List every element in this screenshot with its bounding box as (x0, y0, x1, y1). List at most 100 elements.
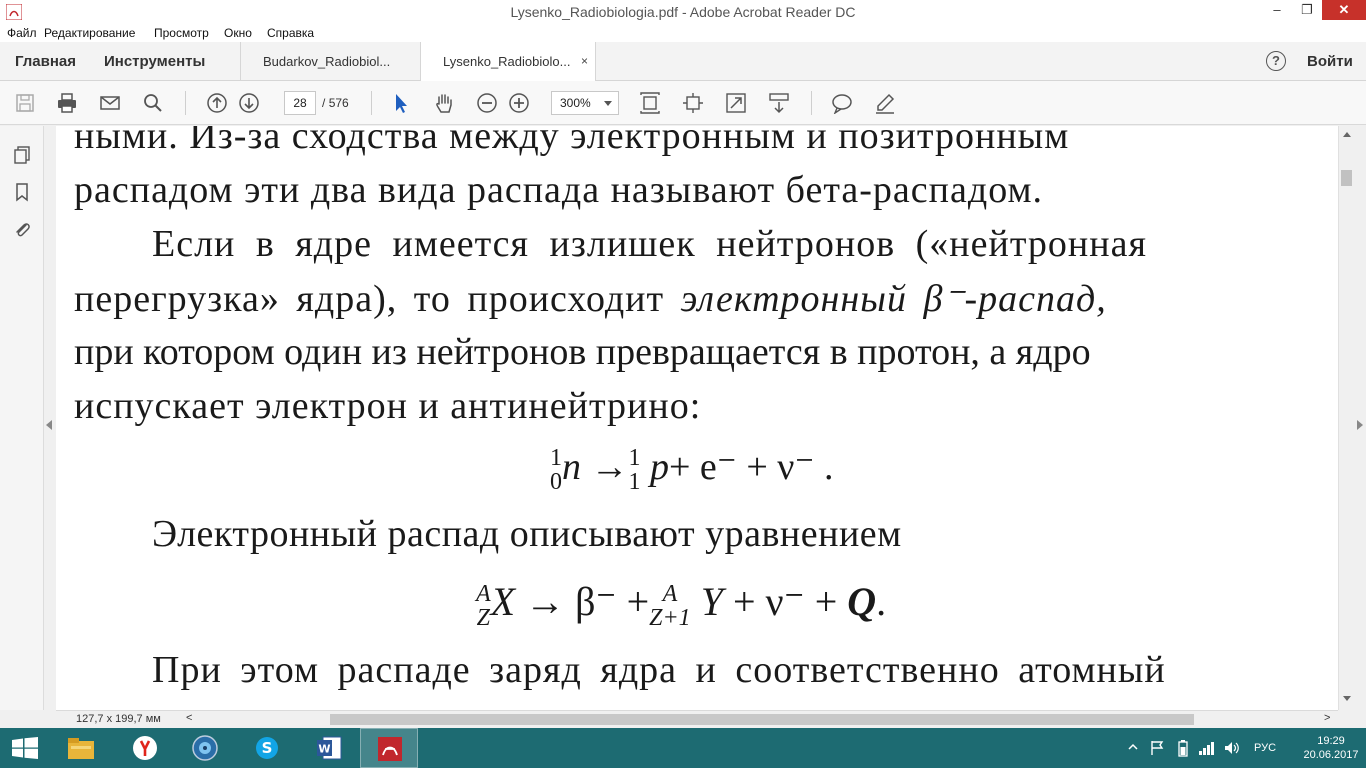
menu-file[interactable]: Файл (7, 26, 37, 40)
document-line: перегрузка» ядра), то происходит электро… (74, 276, 1107, 321)
zoom-select[interactable]: 300% (551, 91, 619, 115)
scroll-mode-icon[interactable] (768, 92, 790, 114)
menu-help[interactable]: Справка (267, 26, 314, 40)
attachment-icon[interactable] (12, 219, 32, 239)
svg-text:S: S (262, 739, 273, 757)
document-line: При этом распаде заряд ядра и соответств… (152, 649, 1166, 691)
document-tab-label: Lysenko_Radiobiolo... (443, 54, 571, 69)
media-player-taskbar-button[interactable] (176, 728, 234, 768)
word-icon: W (317, 736, 342, 760)
yandex-browser-icon (133, 736, 157, 760)
search-icon[interactable] (142, 92, 164, 114)
select-cursor-icon[interactable] (390, 92, 412, 114)
page-separator: / (322, 96, 326, 110)
emphasis-text: β⁻-распад, (923, 278, 1107, 320)
clock[interactable]: 19:29 20.06.2017 (1300, 734, 1362, 762)
file-explorer-taskbar-button[interactable] (52, 728, 110, 768)
formula-beta-decay: 10n → 1 1 p+ e⁻ + ν⁻ . (550, 444, 834, 494)
menu-view[interactable]: Просмотр (154, 26, 209, 40)
volume-icon[interactable] (1224, 740, 1240, 756)
previous-page-icon[interactable] (206, 92, 228, 114)
taskbar: S W РУС 19:29 20.06.2017 (0, 728, 1366, 768)
chevron-down-icon (604, 101, 612, 106)
document-line: Электронный распад описывают уравнением (152, 513, 902, 555)
help-icon[interactable]: ? (1266, 51, 1286, 71)
toolbar (0, 81, 1366, 125)
tab-home[interactable]: Главная (15, 53, 76, 70)
skype-taskbar-button[interactable]: S (238, 728, 296, 768)
mail-icon[interactable] (99, 92, 121, 114)
close-window-button[interactable]: ✕ (1322, 0, 1366, 20)
mass-number: 1 (550, 445, 562, 472)
emphasis-text: электронный (680, 278, 907, 320)
document-tab-lysenko[interactable]: Lysenko_Radiobiolo... × (420, 42, 596, 82)
highlight-pen-icon[interactable] (874, 92, 896, 114)
page-thumbnails-icon[interactable] (12, 145, 32, 165)
document-line: распадом эти два вида распада называют б… (74, 169, 1044, 211)
zoom-out-icon[interactable] (476, 92, 498, 114)
fit-page-icon[interactable] (639, 92, 661, 114)
zoom-value: 300% (560, 96, 591, 110)
bookmark-icon[interactable] (12, 182, 32, 202)
scroll-up-icon[interactable] (1343, 132, 1351, 137)
battery-icon[interactable] (1178, 739, 1188, 757)
symbol: p (650, 446, 669, 488)
signal-icon[interactable] (1198, 740, 1216, 756)
title-bar: Lysenko_Radiobiologia.pdf - Adobe Acroba… (0, 0, 1366, 24)
mass-number: A (476, 580, 491, 607)
comment-icon[interactable] (831, 92, 853, 115)
formula-middle: → β⁻ + (525, 579, 650, 624)
acrobat-taskbar-button[interactable] (360, 728, 418, 768)
chevron-up-icon[interactable] (1128, 742, 1138, 752)
vertical-scrollbar[interactable] (1338, 126, 1354, 710)
tab-tools[interactable]: Инструменты (104, 53, 205, 70)
next-page-icon[interactable] (238, 92, 260, 114)
media-player-icon (192, 735, 218, 761)
svg-text:W: W (318, 743, 330, 756)
rotate-view-icon[interactable] (682, 92, 704, 114)
close-tab-icon[interactable]: × (581, 54, 588, 68)
scroll-right-icon[interactable]: > (1324, 712, 1330, 724)
mass-number: 1 (628, 445, 641, 472)
fraction: AZ (476, 582, 491, 630)
page-dimensions: 127,7 x 199,7 мм (76, 713, 161, 725)
document-tab-label: Budarkov_Radiobiol... (263, 54, 391, 69)
scroll-left-icon[interactable]: < (186, 712, 192, 724)
print-icon[interactable] (56, 92, 78, 114)
document-line: ными. Из-за сходства между электронным и… (74, 126, 1070, 157)
language-indicator[interactable]: РУС (1254, 742, 1276, 768)
symbol: X (490, 579, 516, 624)
skype-icon: S (256, 737, 278, 759)
hand-tool-icon[interactable] (433, 92, 455, 114)
formula-electron-decay: AZX → β⁻ + A Z+1 Y + ν⁻ + Q. (476, 578, 886, 630)
symbol: Y (700, 579, 723, 624)
folder-icon (68, 738, 94, 759)
maximize-button[interactable]: ❐ (1292, 0, 1322, 20)
zoom-in-icon[interactable] (508, 92, 530, 114)
sign-in-button[interactable]: Войти (1307, 53, 1353, 70)
navigation-panel (0, 126, 44, 710)
symbol: n (562, 446, 581, 488)
menu-edit[interactable]: Редактирование (44, 26, 135, 40)
word-taskbar-button[interactable]: W (300, 728, 358, 768)
horizontal-scroll-thumb[interactable] (330, 714, 1194, 725)
scroll-down-icon[interactable] (1343, 696, 1351, 701)
page-number-input[interactable]: 28 (284, 91, 316, 115)
yandex-browser-taskbar-button[interactable] (116, 728, 174, 768)
save-icon[interactable] (14, 92, 36, 114)
tab-bar: Главная Инструменты Budarkov_Radiobiol..… (0, 42, 1366, 82)
windows-start-icon[interactable] (12, 737, 38, 759)
document-viewport[interactable]: ными. Из-за сходства между электронным и… (56, 126, 1338, 710)
scroll-thumb[interactable] (1341, 170, 1352, 186)
right-panel-expand-icon[interactable] (1357, 420, 1363, 430)
minimize-button[interactable]: – (1262, 0, 1292, 20)
left-panel-collapse-icon[interactable] (46, 420, 52, 430)
full-screen-icon[interactable] (725, 92, 747, 114)
document-line: испускает электрон и антинейтрино: (74, 385, 702, 427)
toolbar-separator (371, 91, 372, 115)
document-tab-budarkov[interactable]: Budarkov_Radiobiol... (240, 42, 420, 81)
menu-window[interactable]: Окно (224, 26, 252, 40)
flag-icon[interactable] (1150, 740, 1164, 756)
arrow-symbol: → (590, 446, 629, 488)
charge-number: Z+1 (649, 604, 691, 631)
